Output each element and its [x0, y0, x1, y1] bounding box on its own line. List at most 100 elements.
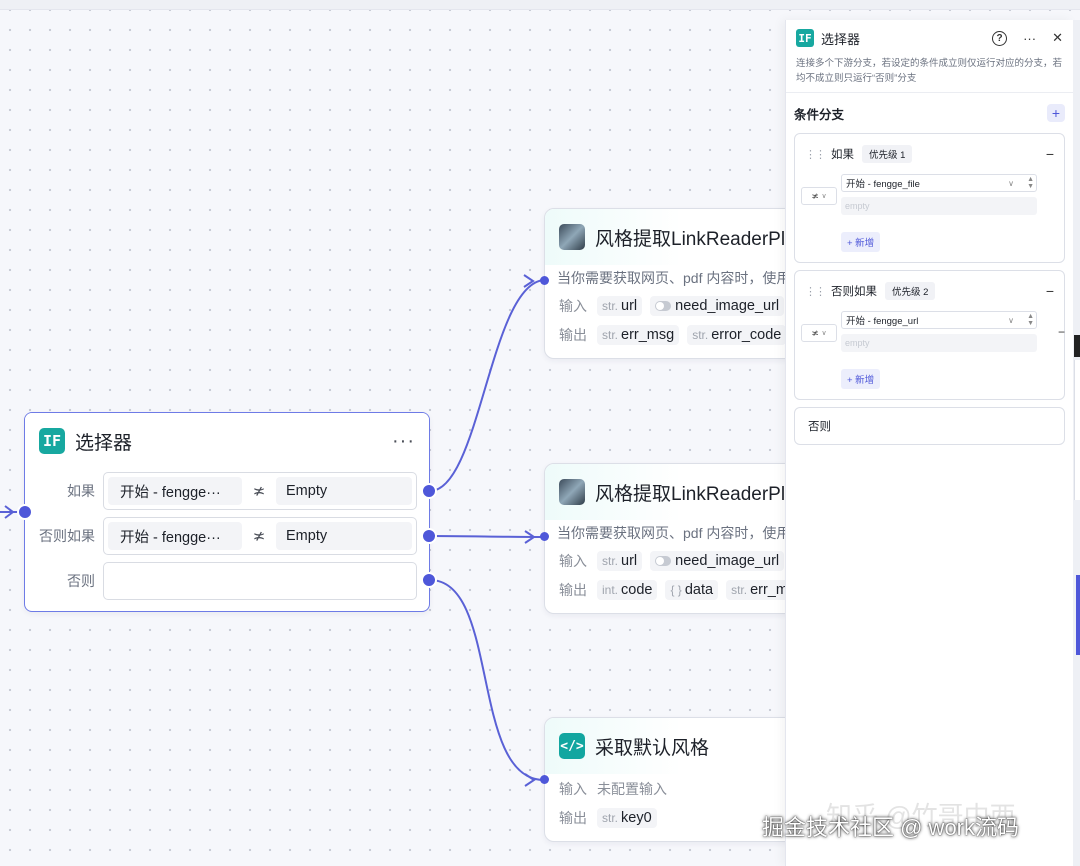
variable-select[interactable]: 开始 - fengge_url ∨ ▲ ▼ [841, 311, 1037, 329]
condition-row-else: 否则 [25, 562, 429, 600]
branch-label: 如果 [831, 149, 854, 161]
plugin-2-input-port[interactable] [540, 532, 549, 541]
else-box[interactable] [103, 562, 417, 600]
plugin-node-desc: 当你需要获取网页、pdf 内容时，使用此 [557, 270, 794, 286]
not-equal-icon: ≭ [252, 528, 266, 545]
else-output-port[interactable] [421, 572, 437, 588]
variable-select[interactable]: 开始 - fengge_file ∨ ▲ ▼ [841, 174, 1037, 192]
input-label: 输入 [559, 552, 587, 569]
arrow-incoming [4, 505, 15, 519]
plugin-node-title: 风格提取LinkReaderPlu [595, 483, 794, 505]
input-row: 输入 未配置输入 [545, 774, 793, 803]
value-input[interactable]: empty [841, 197, 1037, 215]
param-tag: str. error_code [687, 324, 787, 345]
add-condition-button[interactable]: + 新增 [841, 369, 881, 389]
plugin-icon [559, 224, 585, 250]
selector-input-port[interactable] [17, 504, 33, 520]
plugin-node-title: 风格提取LinkReaderPlu [595, 228, 794, 250]
add-condition-button[interactable]: + 新增 [841, 232, 881, 252]
stepper-icon: ▲ ▼ [1027, 176, 1034, 190]
more-icon[interactable]: ··· [392, 430, 415, 453]
operator-select[interactable]: ≭ ∨ [801, 187, 837, 205]
arrow-2 [524, 530, 536, 544]
edge-if-to-plugin-1 [429, 279, 545, 492]
branch-head: ⋮⋮ 如果 优先级 1 − [795, 134, 1064, 174]
background-window-fragment [1074, 335, 1080, 357]
input-label: 输入 [559, 780, 587, 797]
selector-node-header: IF 选择器 ··· [25, 413, 429, 469]
plugin-node-1[interactable]: 风格提取LinkReaderPlu 当你需要获取网页、pdf 内容时，使用此 输… [544, 208, 794, 359]
plugin-icon [559, 479, 585, 505]
panel-header: IF 选择器 ? ··· ✕ [786, 20, 1073, 56]
remove-condition-button[interactable]: − [1058, 325, 1065, 339]
condition-value[interactable]: Empty [276, 522, 412, 550]
not-equal-icon: ≭ [252, 483, 266, 500]
more-icon[interactable]: ··· [1023, 31, 1036, 46]
condition-label: 否则如果 [39, 528, 95, 544]
if-output-port[interactable] [421, 483, 437, 499]
panel-title: 选择器 [821, 31, 861, 47]
if-icon: IF [796, 29, 814, 47]
operator-select[interactable]: ≭ ∨ [801, 324, 837, 342]
panel-description: 连接多个下游分支，若设定的条件成立则仅运行对应的分支，若均不成立则只运行“否则”… [786, 56, 1073, 93]
if-icon: IF [39, 428, 65, 454]
arrow-1 [523, 274, 535, 288]
branch-label: 否则如果 [831, 286, 877, 298]
output-label: 输出 [559, 809, 587, 826]
code-node[interactable]: </> 采取默认风格 输入 未配置输入 输出 str. key0 [544, 717, 794, 842]
panel-tools: ? ··· ✕ [992, 30, 1063, 46]
section-title: 条件分支 [794, 107, 845, 122]
condition-label: 否则 [67, 573, 95, 589]
condition-variable[interactable]: 开始 - fengge··· [108, 522, 242, 550]
chevron-down-icon: ∨ [1008, 178, 1014, 188]
priority-badge: 优先级 1 [862, 145, 913, 163]
elseif-output-port[interactable] [421, 528, 437, 544]
branch-section-header: 条件分支 + [786, 93, 1073, 133]
help-icon[interactable]: ? [992, 30, 1008, 46]
condition-box[interactable]: 开始 - fengge··· ≭ Empty [103, 472, 417, 510]
drag-handle-icon[interactable]: ⋮⋮ [805, 285, 826, 298]
toggle-icon [655, 300, 672, 311]
param-tag: need_image_url [650, 550, 785, 571]
branch-card-if: ⋮⋮ 如果 优先级 1 − ≭ ∨ 开始 - fengge_file ∨ ▲ ▼ … [794, 133, 1065, 263]
condition-row-elseif: 否则如果 开始 - fengge··· ≭ Empty [25, 517, 429, 555]
priority-badge: 优先级 2 [885, 282, 936, 300]
selector-node[interactable]: IF 选择器 ··· 如果 开始 - fengge··· ≭ Empty 否则如… [24, 412, 430, 612]
input-row: 输入 str. url need_image_url [545, 546, 793, 575]
input-label: 输入 [559, 297, 587, 314]
code-input-port[interactable] [540, 775, 549, 784]
else-branch[interactable]: 否则 [794, 407, 1065, 445]
code-icon: </> [559, 733, 585, 759]
selector-config-panel: IF 选择器 ? ··· ✕ 连接多个下游分支，若设定的条件成立则仅运行对应的分… [785, 20, 1073, 866]
condition-box[interactable]: 开始 - fengge··· ≭ Empty [103, 517, 417, 555]
condition-variable[interactable]: 开始 - fengge··· [108, 477, 242, 505]
remove-branch-button[interactable]: − [1046, 146, 1054, 162]
value-input[interactable]: empty [841, 334, 1037, 352]
add-branch-button[interactable]: + [1047, 104, 1065, 122]
condition-row-if: 如果 开始 - fengge··· ≭ Empty [25, 472, 429, 510]
watermark: 掘金技术社区 @ work流码 [762, 815, 1020, 840]
background-window-fragment [1076, 575, 1080, 655]
output-row: 输出 str. key0 [545, 803, 793, 832]
top-bar [0, 0, 1080, 10]
drag-handle-icon[interactable]: ⋮⋮ [805, 148, 826, 161]
param-tag: str. url [597, 295, 643, 316]
input-row: 输入 str. url need_image_url [545, 291, 793, 320]
code-node-title: 采取默认风格 [595, 737, 710, 759]
edge-elseif-to-plugin-2 [429, 535, 545, 538]
background-window-fragment [1074, 360, 1080, 500]
plugin-node-2[interactable]: 风格提取LinkReaderPlu 当你需要获取网页、pdf 内容时，使用此 输… [544, 463, 794, 614]
output-row: 输出 str. err_msg str. error_code [545, 320, 793, 349]
edge-else-to-code [429, 579, 545, 781]
remove-branch-button[interactable]: − [1046, 283, 1054, 299]
condition-area: ≭ ∨ 开始 - fengge_url ∨ ▲ ▼ empty − [795, 311, 1065, 369]
condition-value[interactable]: Empty [276, 477, 412, 505]
stepper-icon: ▲ ▼ [1027, 313, 1034, 327]
plugin-1-input-port[interactable] [540, 276, 549, 285]
toggle-icon [655, 555, 672, 566]
output-label: 输出 [559, 581, 587, 598]
output-label: 输出 [559, 326, 587, 343]
close-icon[interactable]: ✕ [1052, 30, 1063, 46]
output-row: 输出 int. code { } data str. err_m [545, 575, 793, 604]
plugin-node-desc: 当你需要获取网页、pdf 内容时，使用此 [557, 525, 794, 541]
